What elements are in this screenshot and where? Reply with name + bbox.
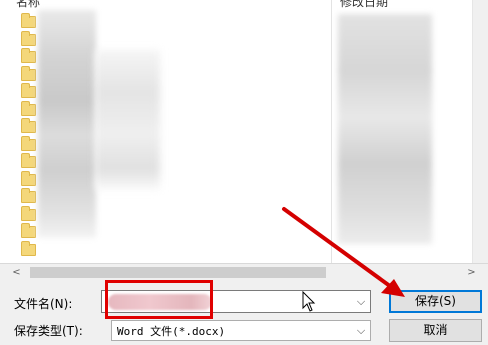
column-header-modified-date[interactable]: 修改日期 xyxy=(340,0,388,9)
folder-icon xyxy=(21,170,36,186)
column-header-name[interactable]: 名称 xyxy=(16,0,40,9)
folder-icon xyxy=(21,223,36,238)
vertical-scrollbar[interactable] xyxy=(472,0,488,263)
save-button[interactable]: 保存(S) xyxy=(389,290,482,313)
scroll-right-button[interactable]: > xyxy=(463,264,480,281)
folder-icon xyxy=(21,205,36,221)
chevron-down-icon[interactable]: ⌵ xyxy=(352,291,370,312)
file-list-pane: 名称 修改日期 xyxy=(0,0,488,264)
horizontal-scrollbar[interactable]: < > xyxy=(8,264,480,281)
folder-icon xyxy=(21,48,36,63)
cancel-button[interactable]: 取消 xyxy=(389,319,482,342)
scroll-thumb[interactable] xyxy=(30,267,326,278)
folder-icon xyxy=(21,240,36,256)
folder-icon xyxy=(21,135,36,151)
folder-icon xyxy=(21,83,36,98)
mouse-cursor-icon xyxy=(302,291,316,312)
folder-icon xyxy=(21,153,36,168)
column-divider[interactable] xyxy=(331,0,332,263)
filename-label: 文件名(N): xyxy=(14,297,73,311)
folder-icon xyxy=(21,13,36,28)
filetype-label: 保存类型(T): xyxy=(14,324,83,338)
filetype-select[interactable]: Word 文件(*.docx) ⌵ xyxy=(111,320,371,341)
scroll-left-button[interactable]: < xyxy=(8,264,25,281)
chevron-down-icon[interactable]: ⌵ xyxy=(352,321,370,340)
redacted-dates xyxy=(338,14,432,244)
folder-icon xyxy=(21,188,36,203)
folder-icon xyxy=(21,118,36,133)
folder-icon xyxy=(21,30,36,46)
highlight-box xyxy=(105,280,213,319)
folder-icon xyxy=(21,65,36,81)
folder-icon xyxy=(21,100,36,116)
filetype-value: Word 文件(*.docx) xyxy=(117,325,226,338)
redacted-file-names xyxy=(38,10,96,238)
redacted-file-names-2 xyxy=(95,50,160,190)
